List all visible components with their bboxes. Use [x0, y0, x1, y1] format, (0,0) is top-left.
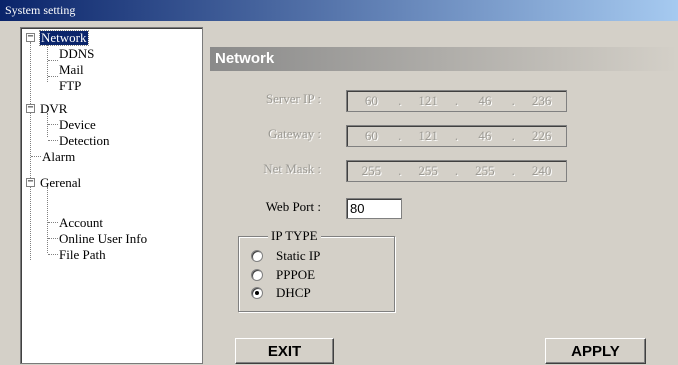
tree-item-general[interactable]: Gerenal [40, 176, 81, 190]
apply-button[interactable]: APPLY [545, 338, 646, 364]
gateway-octet-1: 60 [364, 128, 378, 143]
gateway-octet-3: 46 [478, 128, 492, 143]
ip-separator: . [511, 128, 515, 143]
server-ip-octet-4: 236 [531, 93, 552, 108]
gateway-label: Gateway : [267, 126, 321, 141]
ip-separator: . [398, 128, 402, 143]
tree-connector [48, 60, 58, 61]
tree-connector [48, 76, 58, 77]
tree-item-online-user-info[interactable]: Online User Info [59, 232, 147, 246]
net-mask-octet-3: 255 [475, 163, 495, 178]
settings-tree[interactable]: − − − Network DDNS Mail FTP DVR Device D… [20, 27, 203, 364]
tree-item-detection[interactable]: Detection [59, 134, 110, 148]
dhcp-label[interactable]: DHCP [276, 285, 311, 301]
ip-separator: . [398, 93, 402, 108]
static-ip-radio[interactable] [251, 250, 263, 262]
tree-general-branch-line [47, 187, 48, 253]
net-mask-label: Net Mask : [263, 161, 321, 176]
server-ip-field: 60 . 121 . 46 . 236 [346, 90, 567, 112]
tree-item-account[interactable]: Account [59, 216, 103, 230]
tree-connector [48, 238, 58, 239]
net-mask-field: 255 . 255 . 255 . 240 [346, 160, 567, 182]
tree-item-network[interactable]: Network [39, 30, 89, 46]
tree-item-dvr[interactable]: DVR [40, 102, 67, 116]
ip-separator: . [398, 163, 402, 178]
web-port-label: Web Port : [265, 199, 321, 214]
tree-connector [48, 140, 58, 141]
server-ip-octet-2: 121 [418, 93, 438, 108]
system-setting-window: − − − Network DDNS Mail FTP DVR Device D… [0, 21, 678, 365]
ip-separator: . [454, 93, 459, 108]
tree-connector [48, 222, 58, 223]
exit-button[interactable]: EXIT [235, 338, 334, 364]
net-mask-octet-4: 240 [531, 163, 552, 178]
tree-item-alarm[interactable]: Alarm [42, 150, 75, 164]
tree-item-device[interactable]: Device [59, 118, 96, 132]
tree-root-line [30, 42, 31, 260]
tree-item-file-path[interactable]: File Path [59, 248, 106, 262]
window-title: System setting [5, 3, 76, 17]
tree-connector [48, 254, 58, 255]
tree-item-mail[interactable]: Mail [59, 63, 84, 77]
net-mask-octet-1: 255 [361, 163, 382, 178]
window-title-bar: System setting [0, 0, 678, 21]
tree-connector [48, 124, 58, 125]
tree-connector [31, 156, 41, 157]
net-mask-octet-2: 255 [418, 163, 438, 178]
static-ip-label[interactable]: Static IP [276, 248, 320, 264]
network-collapse-toggle[interactable]: − [26, 32, 35, 42]
ip-separator: . [511, 163, 515, 178]
ip-separator: . [454, 163, 459, 178]
web-port-input[interactable]: 80 [346, 198, 402, 219]
gateway-field: 60 . 121 . 46 . 226 [346, 125, 567, 147]
ip-type-title: IP TYPE [268, 228, 321, 244]
ip-separator: . [454, 128, 459, 143]
ip-separator: . [511, 93, 515, 108]
panel-heading: Network [210, 47, 678, 71]
pppoe-label[interactable]: PPPOE [276, 267, 315, 283]
server-ip-label: Server IP : [265, 91, 321, 106]
gateway-octet-2: 121 [418, 128, 438, 143]
general-collapse-toggle[interactable]: − [26, 177, 35, 187]
gateway-octet-4: 226 [531, 128, 552, 143]
tree-item-ftp[interactable]: FTP [59, 79, 81, 93]
dvr-collapse-toggle[interactable]: − [26, 103, 35, 113]
tree-item-ddns[interactable]: DDNS [59, 47, 94, 61]
server-ip-octet-3: 46 [478, 93, 492, 108]
dhcp-radio[interactable] [251, 287, 263, 299]
server-ip-octet-1: 60 [364, 93, 378, 108]
tree-dvr-branch-line [47, 113, 48, 137]
pppoe-radio[interactable] [251, 269, 263, 281]
